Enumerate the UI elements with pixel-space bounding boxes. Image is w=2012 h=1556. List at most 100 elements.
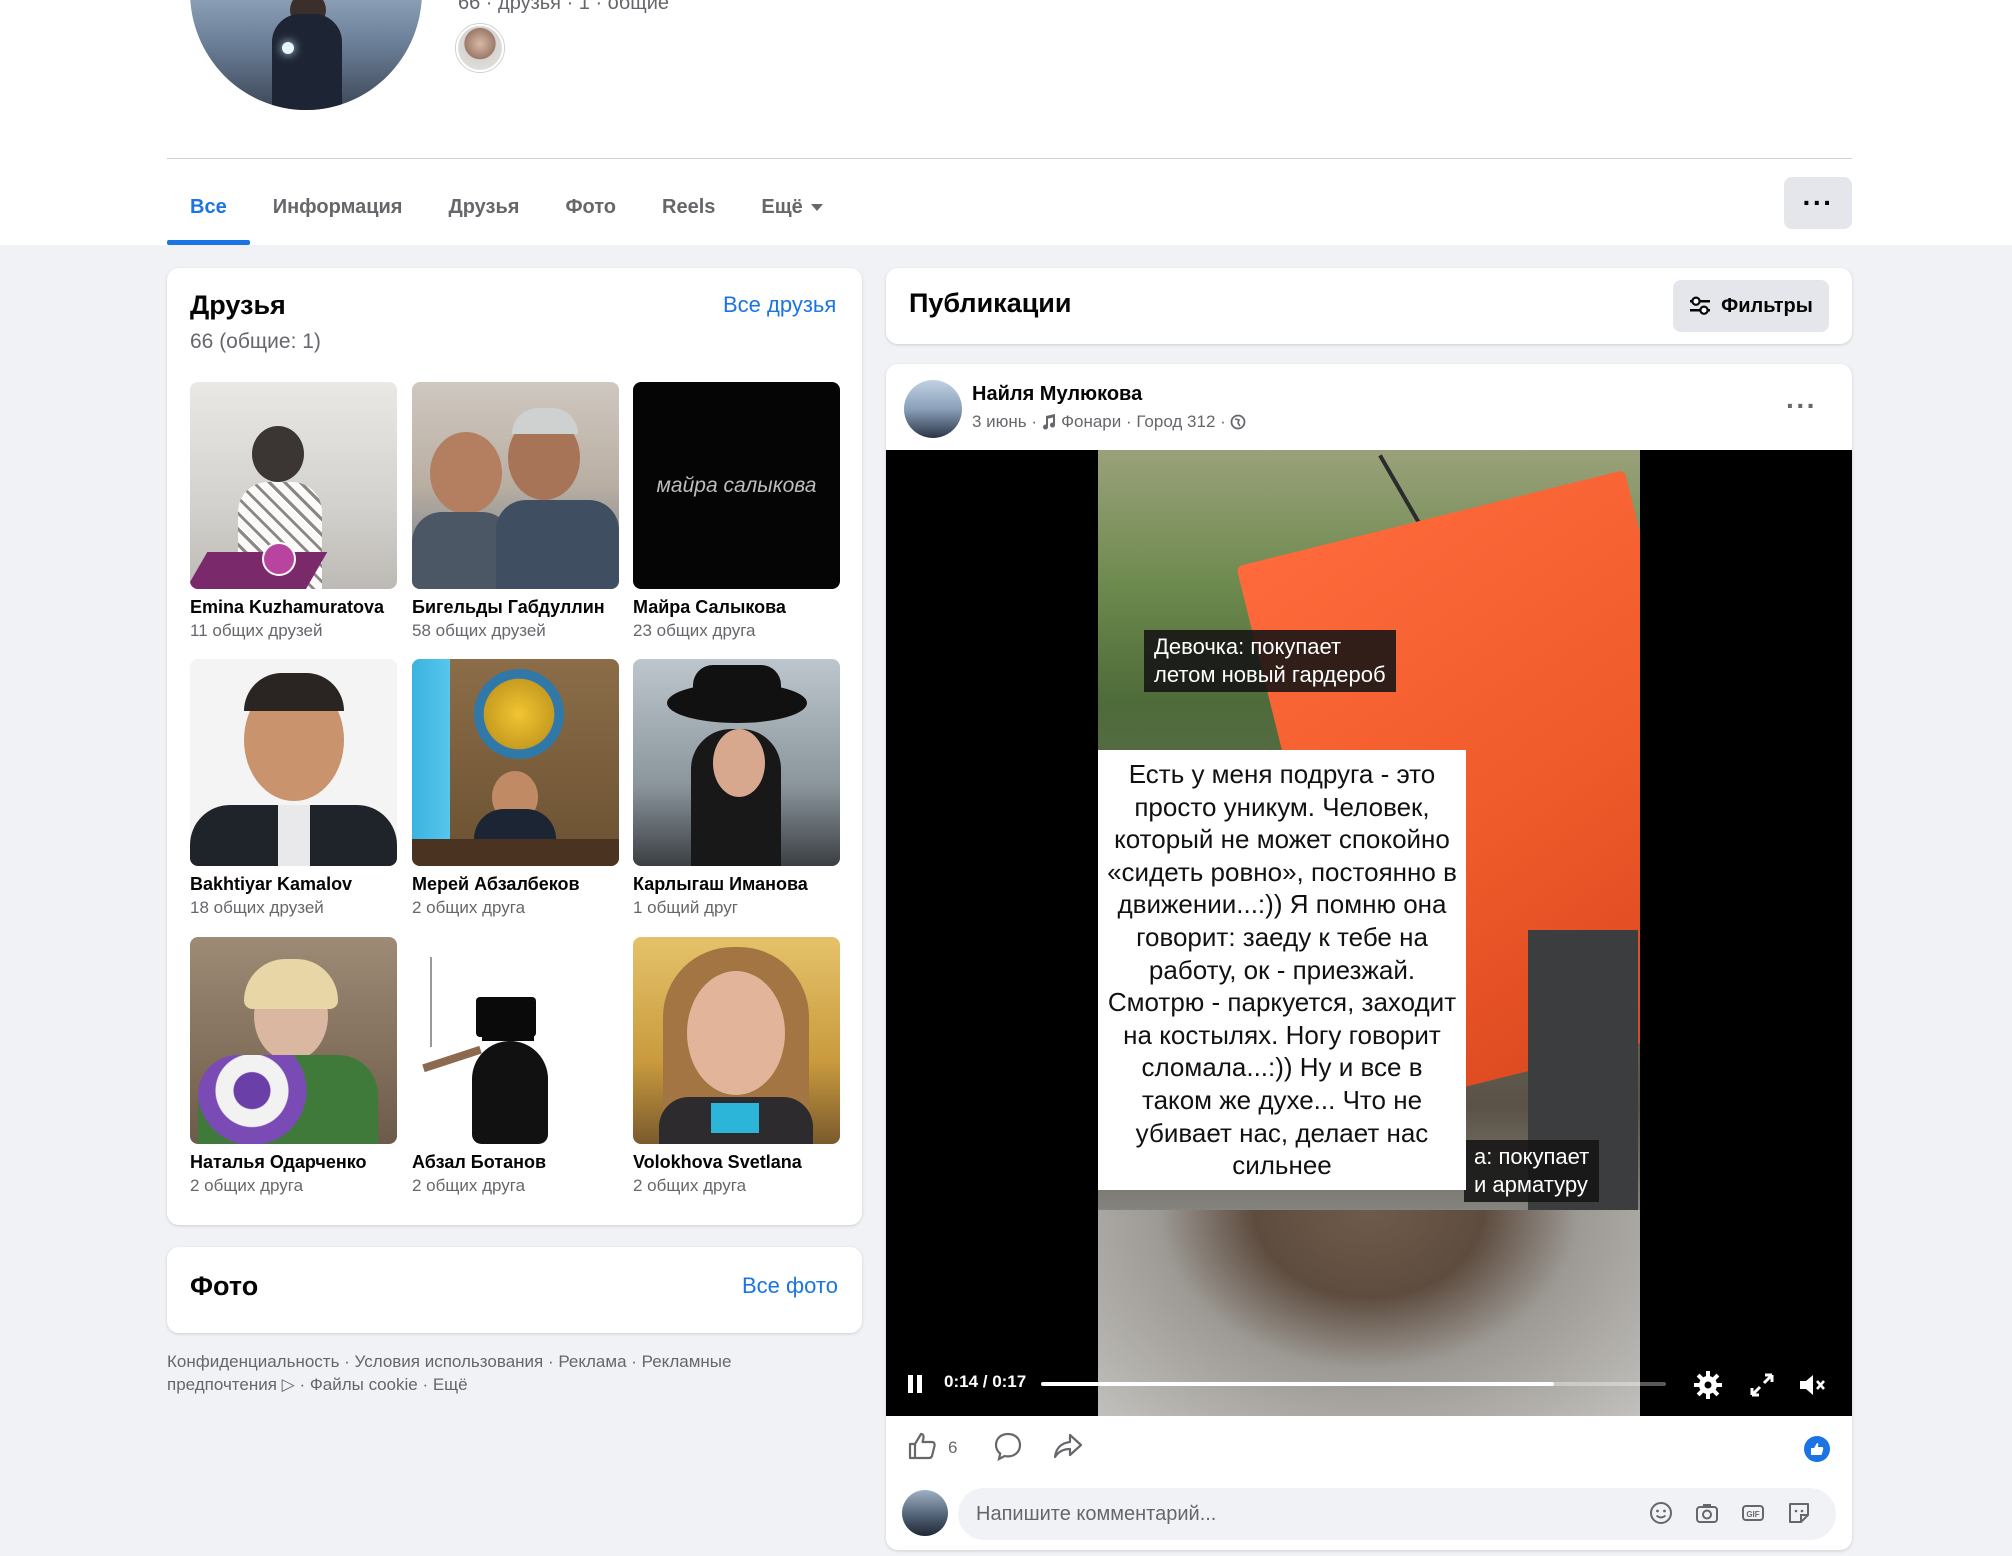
all-photos-link[interactable]: Все фото — [742, 1273, 838, 1299]
friend-photo[interactable] — [412, 937, 619, 1144]
comment-composer: GIF — [886, 1484, 1852, 1544]
profile-avatar[interactable] — [186, 0, 426, 114]
friends-card: Друзья Все друзья 66 (общие: 1) Emina Ku… — [167, 268, 862, 1225]
video-progress-fill — [1041, 1382, 1554, 1386]
video-caption-top: Девочка: покупает летом новый гардероб — [1144, 630, 1396, 692]
friend-photo[interactable] — [412, 659, 619, 866]
tab-info[interactable]: Информация — [250, 170, 426, 245]
friend-photo[interactable] — [190, 659, 397, 866]
friend-name[interactable]: Абзал Ботанов — [412, 1152, 619, 1173]
svg-text:GIF: GIF — [1746, 1510, 1759, 1519]
all-friends-link[interactable]: Все друзья — [723, 292, 836, 318]
photos-title: Фото — [190, 1271, 259, 1301]
video-power-line — [1378, 454, 1422, 526]
friend-tile[interactable]: Абзал Ботанов 2 общих друга — [412, 937, 619, 1196]
friend-tile[interactable]: Мерей Абзалбеков 2 общих друга — [412, 659, 619, 918]
friend-mutual: 2 общих друга — [412, 1176, 526, 1195]
caret-down-icon — [810, 204, 823, 211]
profile-header: 66 · друзья · 1 · общие Все Информация Д… — [0, 0, 2012, 245]
friend-photo[interactable] — [412, 382, 619, 589]
friend-photo[interactable] — [190, 382, 397, 589]
friend-name[interactable]: Volokhova Svetlana — [633, 1152, 840, 1173]
post-date[interactable]: 3 июнь · — [972, 412, 1037, 432]
video-caption-top-line1: Девочка: покупает — [1154, 634, 1342, 659]
avatar-badge-icon — [262, 542, 296, 576]
like-reaction-icon[interactable] — [1804, 1436, 1830, 1462]
header-divider — [167, 158, 1852, 159]
mutual-friend-avatar[interactable] — [456, 24, 504, 72]
friends-title: Друзья — [190, 290, 286, 320]
post-author-avatar[interactable] — [904, 380, 962, 438]
footer-line-1[interactable]: Конфиденциальность · Условия использован… — [167, 1350, 827, 1373]
tab-friends[interactable]: Друзья — [425, 170, 542, 245]
video-caption-side-line1: а: покупает — [1474, 1144, 1590, 1169]
friend-tile[interactable]: Бигельды Габдуллин 58 общих друзей — [412, 382, 619, 641]
pause-icon[interactable] — [908, 1375, 924, 1393]
friend-tile[interactable]: Карлыгаш Иманова 1 общий друг — [633, 659, 840, 918]
video-main-text: Есть у меня подруга - это просто уникум.… — [1098, 750, 1466, 1190]
friend-name[interactable]: Bakhtiyar Kamalov — [190, 874, 397, 895]
friend-tile[interactable]: Volokhova Svetlana 2 общих друга — [633, 937, 840, 1196]
music-note-icon — [1043, 414, 1056, 430]
profile-more-button[interactable]: ··· — [1784, 177, 1852, 229]
friend-name[interactable]: Наталья Одарченко — [190, 1152, 397, 1173]
filter-sliders-icon — [1690, 296, 1711, 315]
post-actions: 6 — [886, 1424, 1852, 1474]
photos-card: Фото Все фото — [167, 1247, 862, 1333]
like-thumb-icon[interactable] — [906, 1430, 938, 1462]
tab-all[interactable]: Все — [167, 170, 250, 245]
footer-links[interactable]: Конфиденциальность · Условия использован… — [167, 1350, 827, 1396]
publications-title: Публикации — [909, 288, 1072, 318]
video-caption-top-line2: летом новый гардероб — [1154, 662, 1386, 687]
post-meta: 3 июнь · Фонари · Город 312 · — [972, 412, 1246, 432]
friend-photo[interactable] — [633, 937, 840, 1144]
camera-icon[interactable] — [1694, 1500, 1720, 1526]
friend-name[interactable]: Emina Kuzhamuratova — [190, 597, 397, 618]
gif-icon[interactable]: GIF — [1740, 1500, 1766, 1526]
emoji-smile-icon[interactable] — [1648, 1500, 1674, 1526]
post-author-name[interactable]: Найля Мулюкова — [972, 383, 1142, 406]
sticker-icon[interactable] — [1786, 1500, 1812, 1526]
fullscreen-icon[interactable] — [1746, 1369, 1778, 1401]
friend-photo-logo-text: майра салыкова — [656, 473, 817, 497]
ellipsis-icon: ··· — [1786, 390, 1817, 421]
mute-speaker-icon[interactable] — [1796, 1369, 1828, 1401]
post-music[interactable]: Фонари · Город 312 · — [1061, 412, 1226, 432]
filters-button[interactable]: Фильтры — [1673, 280, 1829, 332]
tab-photos[interactable]: Фото — [542, 170, 639, 245]
tab-reels-label: Reels — [662, 196, 716, 218]
video-progress-track[interactable] — [1041, 1382, 1666, 1386]
friend-photo[interactable] — [633, 659, 840, 866]
avatar-figure — [272, 14, 342, 110]
settings-gear-icon[interactable] — [1692, 1369, 1724, 1401]
tab-info-label: Информация — [272, 196, 403, 218]
video-caption-side-line2: и арматуру — [1474, 1172, 1588, 1197]
friend-tile[interactable]: Bakhtiyar Kamalov 18 общих друзей — [190, 659, 397, 918]
tab-friends-label: Друзья — [448, 196, 520, 218]
friend-photo[interactable]: майра салыкова — [633, 382, 840, 589]
video-caption-side: а: покупает и арматуру — [1464, 1140, 1600, 1202]
tab-all-label: Все — [190, 196, 227, 218]
friend-mutual: 2 общих друга — [412, 898, 526, 917]
friend-tile[interactable]: Наталья Одарченко 2 общих друга — [190, 937, 397, 1196]
friend-tile[interactable]: майра салыкова Майра Салыкова 23 общих д… — [633, 382, 840, 641]
friend-mutual: 23 общих друга — [633, 621, 756, 640]
video-player[interactable]: Девочка: покупает летом новый гардероб а… — [886, 450, 1852, 1416]
tab-photos-label: Фото — [565, 196, 616, 218]
filters-label: Фильтры — [1721, 294, 1813, 317]
friend-tile[interactable]: Emina Kuzhamuratova 11 общих друзей — [190, 382, 397, 641]
current-user-avatar[interactable] — [902, 1490, 948, 1536]
post-options-button[interactable]: ··· — [1786, 390, 1817, 422]
tab-more[interactable]: Ещё — [738, 170, 845, 245]
comment-bubble-icon[interactable] — [992, 1430, 1024, 1462]
share-arrow-icon[interactable] — [1052, 1430, 1084, 1462]
footer-line-2[interactable]: предпочтения ▷ · Файлы cookie · Ещё — [167, 1373, 827, 1396]
friend-mutual: 2 общих друга — [190, 1176, 304, 1195]
post-card: Найля Мулюкова 3 июнь · Фонари · Город 3… — [886, 364, 1852, 1550]
friend-name[interactable]: Мерей Абзалбеков — [412, 874, 619, 895]
friend-name[interactable]: Бигельды Габдуллин — [412, 597, 619, 618]
friend-photo[interactable] — [190, 937, 397, 1144]
friend-name[interactable]: Карлыгаш Иманова — [633, 874, 840, 895]
friend-name[interactable]: Майра Салыкова — [633, 597, 840, 618]
tab-reels[interactable]: Reels — [639, 170, 738, 245]
